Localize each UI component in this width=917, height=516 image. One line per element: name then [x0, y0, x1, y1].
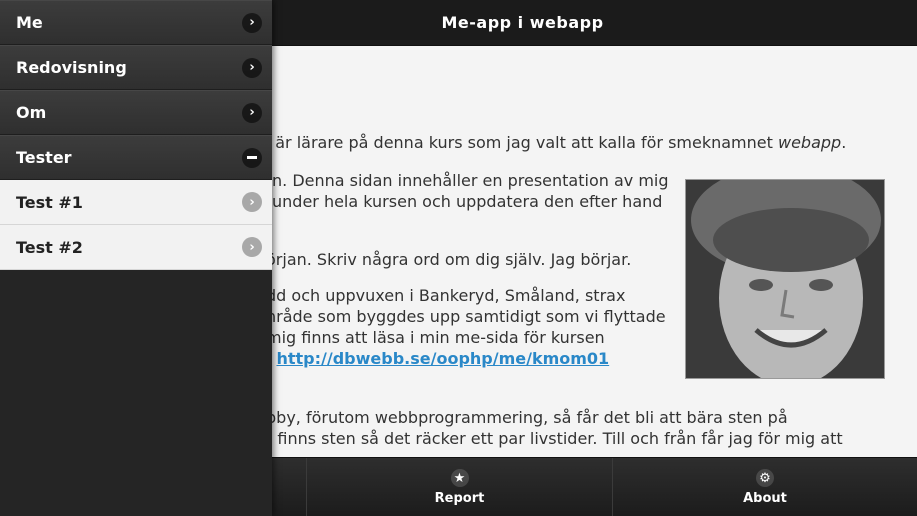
minus-icon [242, 147, 262, 168]
panel-item-label: Me [16, 13, 43, 32]
chevron-right-icon: › [242, 57, 262, 78]
page-title: Me-app i webapp [441, 13, 604, 32]
panel-item-redovisning[interactable]: Redovisning › [0, 45, 272, 90]
about-label: About [743, 491, 787, 506]
profile-photo [685, 179, 885, 379]
star-icon: ★ [450, 469, 469, 487]
chevron-right-icon: › [242, 237, 262, 257]
panel-item-test-2[interactable]: Test #2 › [0, 225, 272, 270]
panel-item-label: Om [16, 103, 47, 122]
panel-item-label: Tester [16, 148, 72, 167]
content-line: mig finns att läsa i min me-sida för kur… [266, 328, 605, 347]
content-line: dd och uppvuxen i Bankeryd, Småland, str… [266, 286, 626, 305]
chevron-right-icon: › [242, 192, 262, 212]
chevron-right-icon: › [242, 12, 262, 33]
nickname-text: webapp [777, 133, 842, 152]
report-button[interactable]: ★ Report [306, 458, 612, 516]
panel-item-label: Redovisning [16, 58, 127, 77]
panel-item-label: Test #2 [16, 237, 83, 257]
panel-item-tester[interactable]: Tester [0, 135, 272, 180]
about-button[interactable]: ⚙ About [612, 458, 917, 516]
gear-icon: ⚙ [756, 469, 774, 487]
content-line: bby, förutom webbprogrammering, så får d… [266, 408, 788, 427]
panel-item-label: Test #1 [16, 192, 83, 212]
report-label: Report [434, 491, 485, 506]
side-panel: Me › Redovisning › Om › Tester Test #1 ›… [0, 0, 272, 516]
content-line: n. Denna sidan innehåller en presentatio… [272, 171, 669, 190]
chevron-right-icon: › [242, 102, 262, 123]
face-image [686, 180, 884, 378]
content-line: t finns sten så det räcker ett par livst… [266, 429, 843, 448]
content-line: : http://dbwebb.se/oophp/me/kmom01 [266, 348, 609, 369]
panel-item-me[interactable]: Me › [0, 0, 272, 45]
content-line: nråde som byggdes upp samtidigt som vi f… [266, 307, 666, 326]
kmom01-link[interactable]: http://dbwebb.se/oophp/me/kmom01 [276, 349, 609, 368]
content-line: under hela kursen och uppdatera den efte… [272, 192, 663, 211]
panel-item-test-1[interactable]: Test #1 › [0, 180, 272, 225]
content-paragraph-1: n är lärare på denna kurs som jag valt a… [260, 133, 847, 152]
content-line: örjan. Skriv några ord om dig själv. Jag… [266, 250, 632, 269]
panel-item-om[interactable]: Om › [0, 90, 272, 135]
